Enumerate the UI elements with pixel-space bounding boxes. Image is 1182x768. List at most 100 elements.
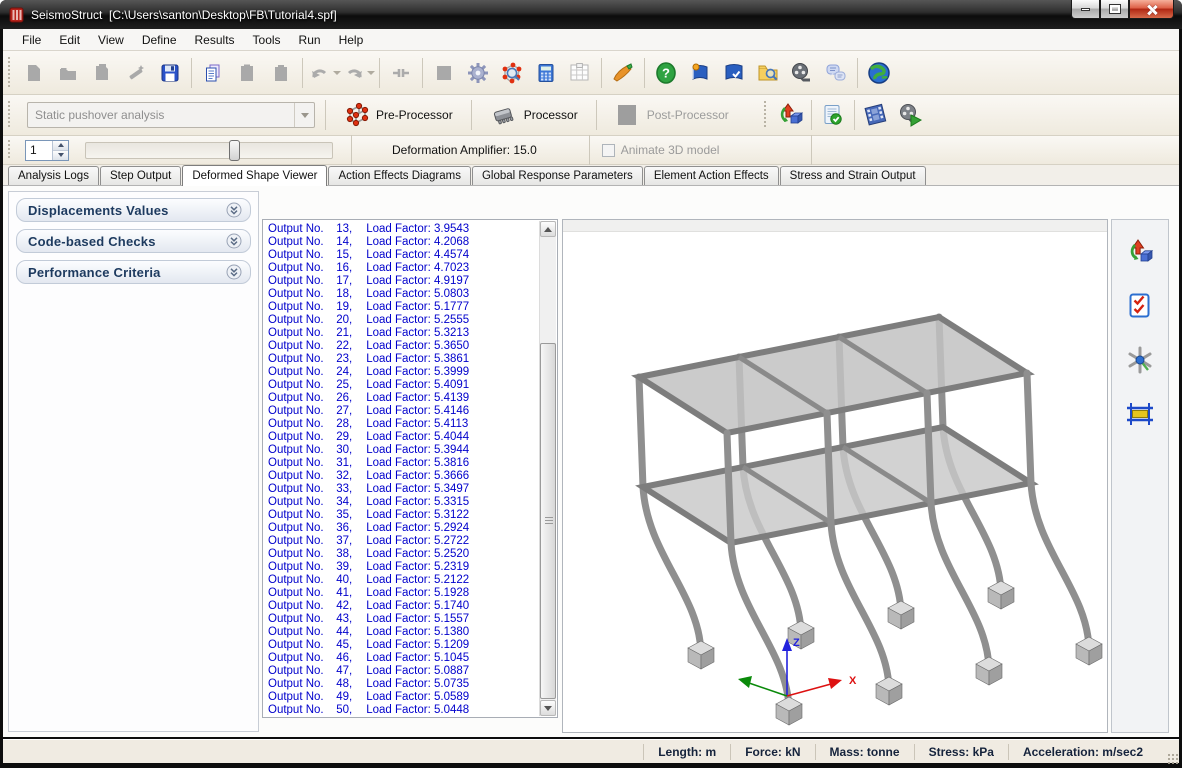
paste-special-button[interactable] (264, 56, 298, 90)
menu-item[interactable]: Run (290, 30, 330, 50)
help-button[interactable]: ? (649, 56, 683, 90)
copy-button[interactable] (196, 56, 230, 90)
step-spinner[interactable]: 1 (25, 140, 69, 161)
scroll-up-button[interactable] (540, 221, 556, 237)
list-item[interactable]: Output No.37, Load Factor: 5.2722 (265, 534, 538, 547)
expand-chevrons-icon[interactable] (226, 264, 242, 280)
menu-item[interactable]: Define (133, 30, 186, 50)
list-item[interactable]: Output No.17, Load Factor: 4.9197 (265, 274, 538, 287)
list-item[interactable]: Output No.28, Load Factor: 5.4113 (265, 417, 538, 430)
list-item[interactable]: Output No.43, Load Factor: 5.1557 (265, 612, 538, 625)
tab[interactable]: Stress and Strain Output (780, 166, 926, 185)
pre-processor-button[interactable]: Pre-Processor (336, 98, 461, 132)
list-item[interactable]: Output No.20, Load Factor: 5.2555 (265, 313, 538, 326)
settings-button[interactable] (461, 56, 495, 90)
list-item[interactable]: Output No.23, Load Factor: 5.3861 (265, 352, 538, 365)
tab[interactable]: Step Output (100, 166, 181, 185)
list-item[interactable]: Output No.44, Load Factor: 5.1380 (265, 625, 538, 638)
list-item[interactable]: Output No.25, Load Factor: 5.4091 (265, 378, 538, 391)
output-steps-list[interactable]: Output No.13, Load Factor: 3.9543 Output… (262, 219, 558, 718)
spinner-down-button[interactable] (53, 151, 68, 160)
expand-chevrons-icon[interactable] (226, 202, 242, 218)
sidebar-section-header[interactable]: Code-based Checks (16, 229, 251, 253)
animate-3d-checkbox[interactable] (602, 144, 615, 157)
menu-item[interactable]: Help (330, 30, 373, 50)
open-file-button[interactable] (51, 56, 85, 90)
list-item[interactable]: Output No.42, Load Factor: 5.1740 (265, 599, 538, 612)
wizard-button[interactable] (119, 56, 153, 90)
maximize-button[interactable] (1100, 0, 1129, 19)
list-item[interactable]: Output No.18, Load Factor: 5.0803 (265, 287, 538, 300)
menu-item[interactable]: View (89, 30, 133, 50)
list-item[interactable]: Output No.41, Load Factor: 5.1928 (265, 586, 538, 599)
list-item[interactable]: Output No.38, Load Factor: 5.2520 (265, 547, 538, 560)
list-item[interactable]: Output No.19, Load Factor: 5.1777 (265, 300, 538, 313)
video-reel-button[interactable] (785, 56, 819, 90)
save-button[interactable] (153, 56, 187, 90)
scrollbar-thumb[interactable] (540, 343, 556, 699)
list-item[interactable]: Output No.46, Load Factor: 5.1045 (265, 651, 538, 664)
redo-button[interactable] (341, 56, 375, 90)
list-scrollbar[interactable] (539, 221, 556, 716)
tutorial-button[interactable] (683, 56, 717, 90)
list-item[interactable]: Output No.45, Load Factor: 5.1209 (265, 638, 538, 651)
globe-button[interactable] (862, 56, 896, 90)
list-item[interactable]: Output No.49, Load Factor: 5.0589 (265, 690, 538, 703)
calculator-button[interactable] (529, 56, 563, 90)
list-item[interactable]: Output No.22, Load Factor: 5.3650 (265, 339, 538, 352)
new-file-button[interactable] (17, 56, 51, 90)
list-item[interactable]: Output No.21, Load Factor: 5.3213 (265, 326, 538, 339)
import-button[interactable] (85, 56, 119, 90)
node-axes-button[interactable] (1122, 342, 1158, 378)
report-check-button[interactable] (816, 98, 850, 132)
menu-item[interactable]: Tools (244, 30, 290, 50)
menu-item[interactable]: File (13, 30, 50, 50)
file-search-button[interactable] (751, 56, 785, 90)
deformed-shape-button[interactable] (773, 98, 807, 132)
list-item[interactable]: Output No.47, Load Factor: 5.0887 (265, 664, 538, 677)
undo-button[interactable] (307, 56, 341, 90)
list-item[interactable]: Output No.15, Load Factor: 4.4574 (265, 248, 538, 261)
tab[interactable]: Deformed Shape Viewer (182, 165, 327, 186)
tab[interactable]: Global Response Parameters (472, 166, 643, 185)
list-item[interactable]: Output No.40, Load Factor: 5.2122 (265, 573, 538, 586)
tab[interactable]: Action Effects Diagrams (328, 166, 471, 185)
paste-button[interactable] (230, 56, 264, 90)
list-item[interactable]: Output No.32, Load Factor: 5.3666 (265, 469, 538, 482)
expand-chevrons-icon[interactable] (226, 233, 242, 249)
list-item[interactable]: Output No.26, Load Factor: 5.4139 (265, 391, 538, 404)
list-item[interactable]: Output No.14, Load Factor: 4.2068 (265, 235, 538, 248)
menu-item[interactable]: Results (186, 30, 244, 50)
sidebar-section-header[interactable]: Displacements Values (16, 198, 251, 222)
list-item[interactable]: Output No.34, Load Factor: 5.3315 (265, 495, 538, 508)
dropdown-button[interactable] (294, 103, 314, 127)
feedback-button[interactable] (819, 56, 853, 90)
list-item[interactable]: Output No.33, Load Factor: 5.3497 (265, 482, 538, 495)
list-item[interactable]: Output No.13, Load Factor: 3.9543 (265, 222, 538, 235)
list-item[interactable]: Output No.50, Load Factor: 5.0448 (265, 703, 538, 715)
processor-button[interactable]: Processor (482, 98, 586, 132)
list-item[interactable]: Output No.35, Load Factor: 5.3122 (265, 508, 538, 521)
disconnect-button[interactable] (384, 56, 418, 90)
spinner-up-button[interactable] (53, 141, 68, 151)
stop-button[interactable] (427, 56, 461, 90)
list-item[interactable]: Output No.27, Load Factor: 5.4146 (265, 404, 538, 417)
paintbrush-button[interactable] (606, 56, 640, 90)
scroll-down-button[interactable] (540, 700, 556, 716)
table-grid-button[interactable] (563, 56, 597, 90)
tab[interactable]: Element Action Effects (644, 166, 779, 185)
slider-thumb[interactable] (229, 140, 240, 161)
post-processor-button[interactable]: Post-Processor (607, 98, 737, 132)
titlebar[interactable]: SeismoStruct [C:\Users\santon\Desktop\FB… (0, 0, 1182, 29)
list-item[interactable]: Output No.29, Load Factor: 5.4044 (265, 430, 538, 443)
performance-checks-button[interactable] (1122, 288, 1158, 324)
tab[interactable]: Analysis Logs (8, 166, 99, 185)
resize-grip[interactable] (1167, 753, 1179, 765)
analysis-type-dropdown[interactable]: Static pushover analysis (27, 102, 315, 128)
frame-element-button[interactable] (1122, 396, 1158, 432)
list-item[interactable]: Output No.30, Load Factor: 5.3944 (265, 443, 538, 456)
step-slider[interactable] (85, 142, 333, 159)
movie-play-button[interactable] (893, 98, 927, 132)
list-item[interactable]: Output No.31, Load Factor: 5.3816 (265, 456, 538, 469)
model-inspect-button[interactable] (495, 56, 529, 90)
